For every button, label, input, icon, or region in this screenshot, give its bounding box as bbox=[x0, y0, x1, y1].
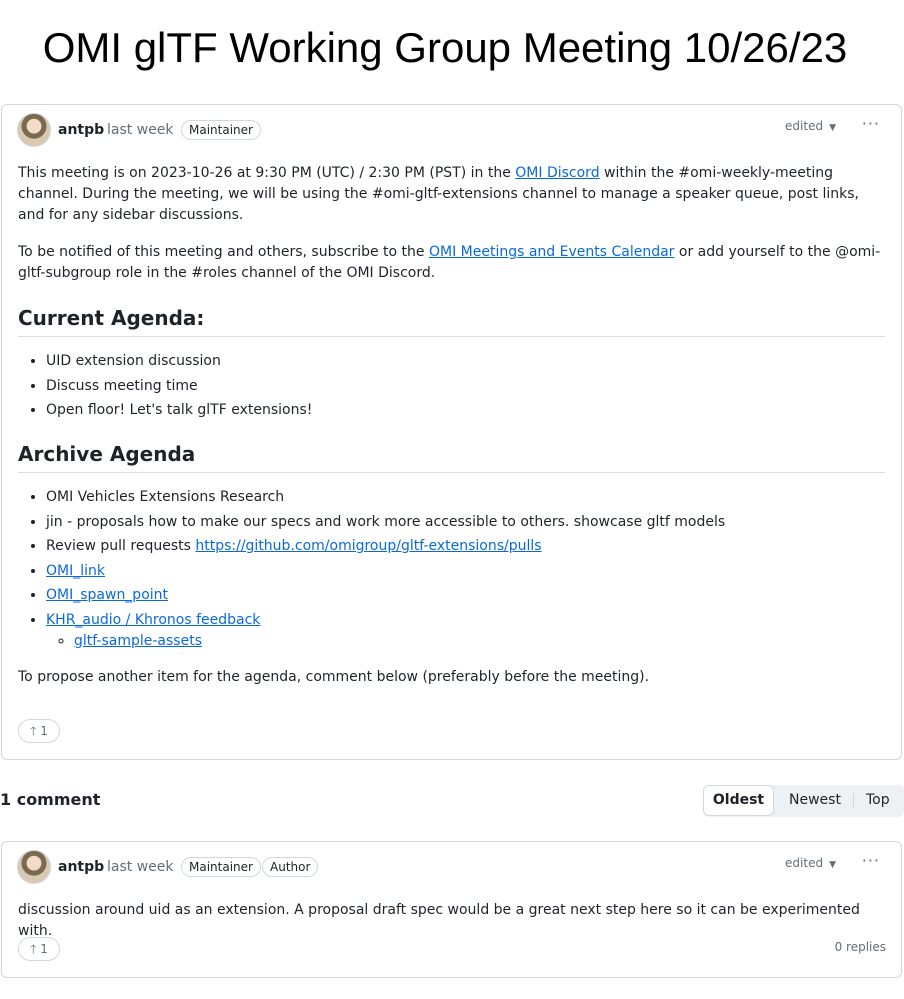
post-body: This meeting is on 2023-10-26 at 9:30 PM… bbox=[18, 163, 885, 688]
more-options-icon[interactable]: ··· bbox=[862, 114, 880, 133]
current-agenda-heading: Current Agenda: bbox=[18, 308, 885, 337]
comment-body: discussion around uid as an extension. A… bbox=[18, 902, 860, 939]
gltf-sample-assets-link[interactable]: gltf-sample-assets bbox=[74, 633, 202, 649]
sub-list: gltf-sample-assets bbox=[46, 631, 885, 652]
chevron-down-icon: ▼ bbox=[829, 123, 836, 133]
comment-header: antpb last week Maintainer Author edited… bbox=[17, 850, 886, 886]
sort-newest-button[interactable]: Newest bbox=[789, 792, 841, 808]
list-item: UID extension discussion bbox=[46, 351, 885, 372]
review-text: Review pull requests bbox=[46, 538, 196, 554]
discussion-post: antpb last week Maintainer edited ▼ ··· T… bbox=[1, 104, 902, 760]
list-item: Open floor! Let's talk glTF extensions! bbox=[46, 400, 885, 421]
author-name[interactable]: antpb bbox=[58, 122, 104, 138]
upvote-count: 1 bbox=[40, 942, 48, 956]
notify-text-start: To be notified of this meeting and other… bbox=[18, 244, 429, 260]
omi-link-link[interactable]: OMI_link bbox=[46, 563, 105, 579]
more-options-icon[interactable]: ··· bbox=[862, 851, 880, 870]
author-badge: Author bbox=[262, 857, 319, 877]
archive-agenda-list: OMI Vehicles Extensions Research jin - p… bbox=[18, 487, 885, 652]
avatar[interactable] bbox=[17, 113, 51, 147]
list-item: jin - proposals how to make our specs an… bbox=[46, 512, 885, 533]
khr-audio-link[interactable]: KHR_audio / Khronos feedback bbox=[46, 612, 260, 628]
edited-label: edited bbox=[785, 119, 824, 133]
sort-oldest-button[interactable]: Oldest bbox=[703, 785, 774, 816]
sort-top-button[interactable]: Top bbox=[866, 792, 890, 808]
upvote-count: 1 bbox=[40, 724, 48, 738]
edited-label: edited bbox=[785, 856, 824, 870]
list-item: KHR_audio / Khronos feedback gltf-sample… bbox=[46, 610, 885, 652]
calendar-link[interactable]: OMI Meetings and Events Calendar bbox=[429, 244, 674, 260]
comment-count: 1 comment bbox=[0, 790, 101, 809]
closing-paragraph: To propose another item for the agenda, … bbox=[18, 668, 650, 685]
divider bbox=[853, 793, 854, 809]
comment-sort: Oldest Newest Top bbox=[703, 785, 904, 817]
arrow-up-icon: 🡑 bbox=[30, 724, 37, 738]
author-name[interactable]: antpb bbox=[58, 859, 104, 875]
list-item: OMI_link bbox=[46, 561, 885, 582]
list-item: gltf-sample-assets bbox=[74, 631, 885, 652]
comment-card: antpb last week Maintainer Author edited… bbox=[1, 841, 902, 978]
page-title: OMI glTF Working Group Meeting 10/26/23 bbox=[42, 24, 848, 71]
notify-paragraph: To be notified of this meeting and other… bbox=[18, 242, 885, 284]
omi-discord-link[interactable]: OMI Discord bbox=[515, 165, 599, 181]
current-agenda-list: UID extension discussion Discuss meeting… bbox=[18, 351, 885, 421]
maintainer-badge: Maintainer bbox=[181, 857, 261, 877]
upvote-button[interactable]: 🡑 1 bbox=[18, 937, 60, 961]
list-item: OMI_spawn_point bbox=[46, 585, 885, 606]
list-item: Review pull requests https://github.com/… bbox=[46, 536, 885, 557]
timestamp[interactable]: last week bbox=[107, 859, 174, 875]
post-header: antpb last week Maintainer edited ▼ ··· bbox=[17, 113, 886, 149]
intro-paragraph: This meeting is on 2023-10-26 at 9:30 PM… bbox=[18, 163, 885, 226]
maintainer-badge: Maintainer bbox=[181, 120, 261, 140]
pulls-link[interactable]: https://github.com/omigroup/gltf-extensi… bbox=[195, 538, 541, 554]
arrow-up-icon: 🡑 bbox=[30, 942, 37, 956]
chevron-down-icon: ▼ bbox=[829, 860, 836, 870]
intro-text-start: This meeting is on 2023-10-26 at 9:30 PM… bbox=[18, 165, 516, 181]
avatar[interactable] bbox=[17, 850, 51, 884]
list-item: Discuss meeting time bbox=[46, 376, 885, 397]
timestamp[interactable]: last week bbox=[107, 122, 174, 138]
list-item: OMI Vehicles Extensions Research bbox=[46, 487, 885, 508]
edited-dropdown[interactable]: edited ▼ bbox=[785, 856, 836, 870]
replies-count[interactable]: 0 replies bbox=[835, 940, 886, 954]
upvote-button[interactable]: 🡑 1 bbox=[18, 719, 60, 743]
archive-agenda-heading: Archive Agenda bbox=[18, 444, 885, 473]
edited-dropdown[interactable]: edited ▼ bbox=[785, 119, 836, 133]
omi-spawn-point-link[interactable]: OMI_spawn_point bbox=[46, 587, 168, 603]
